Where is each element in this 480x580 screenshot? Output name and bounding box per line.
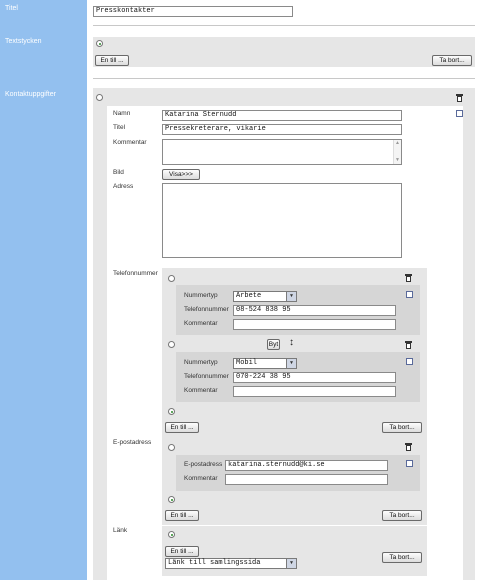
phone-checkbox[interactable] <box>406 291 413 298</box>
textstycken-panel: En till ... Ta bort... <box>93 37 475 67</box>
field-label-kontaktuppgifter: Kontaktuppgifter <box>5 91 56 98</box>
ta-bort-button[interactable]: Ta bort... <box>382 510 422 521</box>
telefonnummer-input[interactable]: 070-224 38 95 <box>233 372 396 383</box>
field-label-column <box>0 0 87 580</box>
ta-bort-button[interactable]: Ta bort... <box>382 422 422 433</box>
ta-bort-button[interactable]: Ta bort... <box>382 552 422 563</box>
phone-kommentar-label: Kommentar <box>184 320 218 327</box>
adress-textarea[interactable] <box>162 183 402 258</box>
email-field-label: E-postadress <box>184 461 223 468</box>
phone-kommentar-label: Kommentar <box>184 387 218 394</box>
trash-icon[interactable] <box>456 94 463 102</box>
visa-button[interactable]: Visa>>> <box>162 169 200 180</box>
field-label-titel: Titel <box>5 5 18 12</box>
scroll-down-icon[interactable]: ▼ <box>394 157 401 164</box>
byt-button[interactable]: Byt <box>267 339 280 350</box>
en-till-button[interactable]: En till ... <box>95 55 129 66</box>
nummertyp-value: Arbete <box>236 292 262 300</box>
nummertyp-select[interactable]: Arbete ▼ <box>233 291 297 302</box>
phone-checkbox[interactable] <box>406 358 413 365</box>
select-checkbox[interactable] <box>456 110 463 117</box>
titel-label: Titel <box>113 124 126 131</box>
nummertyp-label: Nummertyp <box>184 359 218 366</box>
nummertyp-select[interactable]: Mobil ▼ <box>233 358 297 369</box>
adress-label: Adress <box>113 183 134 190</box>
en-till-button[interactable]: En till ... <box>165 546 199 557</box>
en-till-button[interactable]: En till ... <box>165 422 199 433</box>
en-till-button[interactable]: En till ... <box>165 510 199 521</box>
lank-label: Länk <box>113 527 128 534</box>
scrollbar[interactable]: ▲ ▼ <box>393 140 401 164</box>
select-radio[interactable] <box>96 94 103 101</box>
contact-titel-input[interactable]: Pressekreterare, vikarie <box>162 124 402 135</box>
lank-select-value: Länk till samlingssida <box>168 559 261 567</box>
email-kommentar-input[interactable] <box>225 474 388 485</box>
telefonnummer-label: Telefonnummer <box>113 270 158 277</box>
ta-bort-button[interactable]: Ta bort... <box>432 55 472 66</box>
email-kommentar-label: Kommentar <box>184 475 218 482</box>
up-down-arrow-icon[interactable]: ↕ <box>289 337 294 349</box>
telefonnummer-input[interactable]: 08-524 838 95 <box>233 305 396 316</box>
epostadress-label: E-postadress <box>113 439 152 446</box>
nummertyp-value: Mobil <box>236 359 258 367</box>
trash-icon[interactable] <box>405 443 412 451</box>
chevron-down-icon[interactable]: ▼ <box>286 292 296 301</box>
add-email-radio[interactable] <box>168 496 175 503</box>
chevron-down-icon[interactable]: ▼ <box>286 359 296 368</box>
add-radio[interactable] <box>96 40 103 47</box>
add-phone-radio[interactable] <box>168 408 175 415</box>
divider <box>93 25 475 26</box>
trash-icon[interactable] <box>405 274 412 282</box>
email-radio[interactable] <box>168 444 175 451</box>
add-link-radio[interactable] <box>168 531 175 538</box>
telefonnummer-field-label: Telefonnummer <box>184 306 229 313</box>
phone-radio[interactable] <box>168 341 175 348</box>
epostadress-input[interactable]: katarina.sternudd@ki.se <box>225 460 388 471</box>
divider <box>93 78 475 79</box>
titel-input[interactable]: Presskontakter <box>93 6 293 17</box>
chevron-down-icon[interactable]: ▼ <box>286 559 296 568</box>
namn-input[interactable]: Katarina Sternudd <box>162 110 402 121</box>
lank-select[interactable]: Länk till samlingssida ▼ <box>165 558 297 569</box>
kommentar-textarea[interactable]: ▲ ▼ <box>162 139 402 165</box>
phone-kommentar-input[interactable] <box>233 386 396 397</box>
field-label-textstycken: Textstycken <box>5 38 42 45</box>
phone-kommentar-input[interactable] <box>233 319 396 330</box>
kommentar-label: Kommentar <box>113 139 147 146</box>
trash-icon[interactable] <box>405 341 412 349</box>
scroll-up-icon[interactable]: ▲ <box>394 140 401 147</box>
namn-label: Namn <box>113 110 131 117</box>
email-checkbox[interactable] <box>406 460 413 467</box>
nummertyp-label: Nummertyp <box>184 292 218 299</box>
bild-label: Bild <box>113 169 124 176</box>
telefonnummer-field-label: Telefonnummer <box>184 373 229 380</box>
phone-radio[interactable] <box>168 275 175 282</box>
